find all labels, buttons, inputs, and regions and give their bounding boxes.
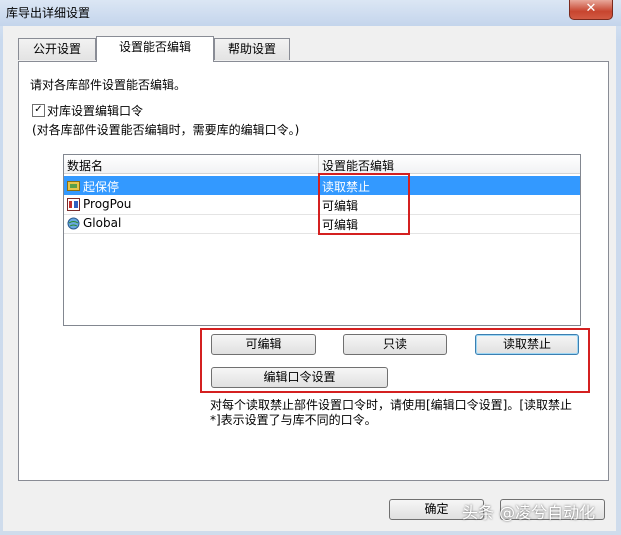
- tab-edit-permission[interactable]: 设置能否编辑: [96, 36, 214, 62]
- check-icon: ✓: [34, 104, 43, 115]
- close-icon: ✕: [585, 1, 597, 16]
- watermark: 头条 @凌兮自动化: [462, 503, 596, 522]
- row-name: Global: [83, 216, 122, 230]
- checkbox-note: (对各库部件设置能否编辑时，需要库的编辑口令。): [32, 123, 300, 137]
- tab-label: 帮助设置: [227, 42, 276, 56]
- column-header-data-name[interactable]: 数据名: [67, 157, 103, 174]
- library-folder-icon: [67, 181, 80, 191]
- tab-label: 公开设置: [32, 42, 81, 56]
- tab-label: 设置能否编辑: [118, 40, 191, 54]
- highlight-box-edit-values: [318, 173, 410, 235]
- column-header-editable[interactable]: 设置能否编辑: [322, 157, 394, 174]
- column-divider[interactable]: [318, 155, 319, 173]
- row-name: ProgPou: [83, 197, 132, 211]
- global-variable-icon: [67, 217, 80, 230]
- window-title: 库导出详细设置: [6, 6, 91, 20]
- editable-button[interactable]: 可编辑: [211, 334, 316, 355]
- edit-password-settings-button[interactable]: 编辑口令设置: [211, 367, 388, 388]
- instruction-text: 请对各库部件设置能否编辑。: [30, 78, 187, 92]
- readonly-button[interactable]: 只读: [343, 334, 447, 355]
- edit-password-checkbox[interactable]: ✓: [32, 104, 45, 117]
- read-prohibited-button[interactable]: 读取禁止: [475, 334, 579, 355]
- password-note: 对每个读取禁止部件设置口令时，请使用[编辑口令设置]。[读取禁止*]表示设置了与…: [210, 398, 573, 427]
- checkbox-label: 对库设置编辑口令: [47, 104, 144, 118]
- tab-help-settings[interactable]: 帮助设置: [214, 38, 290, 60]
- program-pou-icon: [67, 198, 80, 211]
- list-header: 数据名 设置能否编辑: [64, 155, 580, 174]
- title-bar[interactable]: 库导出详细设置 ✕: [0, 0, 621, 26]
- close-button[interactable]: ✕: [569, 0, 613, 20]
- row-name: 起保停: [83, 180, 120, 194]
- tab-public-settings[interactable]: 公开设置: [18, 38, 96, 60]
